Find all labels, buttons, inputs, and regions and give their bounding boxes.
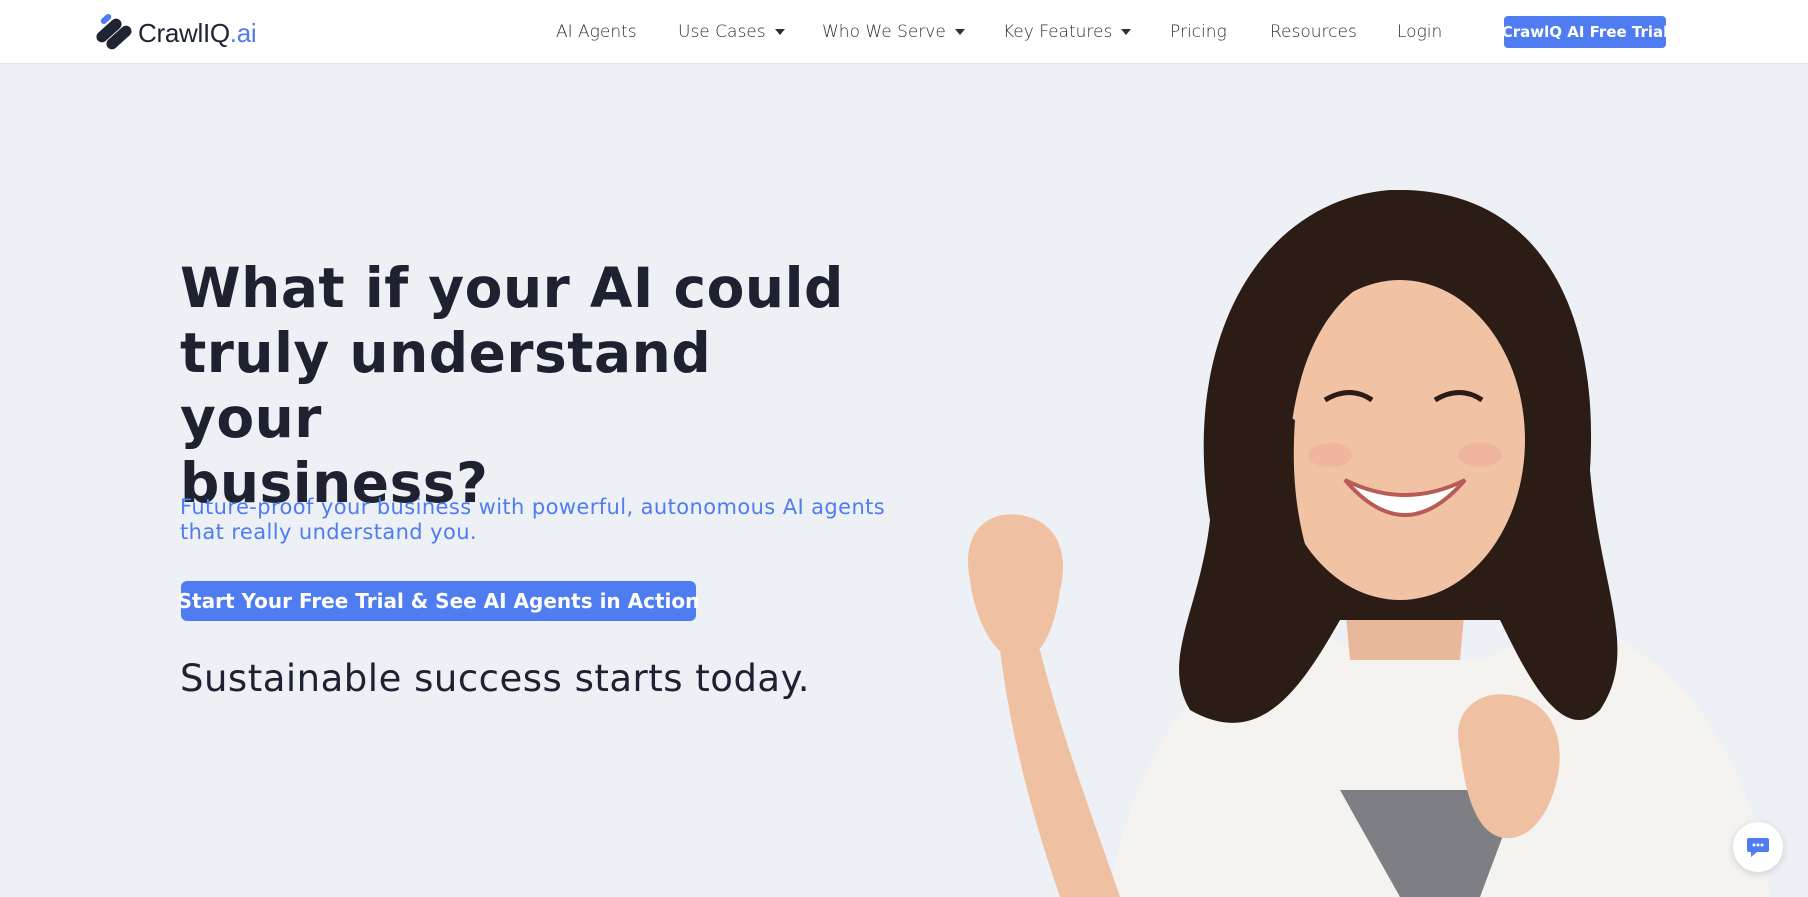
- chat-icon: [1747, 838, 1769, 857]
- hero-title-line: What if your AI could: [180, 256, 844, 320]
- nav-label: Key Features: [1003, 22, 1113, 42]
- site-logo[interactable]: CrawlIQ.ai: [92, 13, 257, 53]
- hero-title-line: truly understand your: [180, 321, 712, 450]
- nav-key-features[interactable]: Key Features: [1003, 20, 1132, 44]
- caret-down-icon: [954, 29, 965, 35]
- nav-ai-agents[interactable]: AI Agents: [556, 20, 637, 44]
- nav-label: Login: [1397, 22, 1443, 42]
- hero-title: What if your AI could truly understand y…: [180, 256, 860, 516]
- hero-subtitle-line: Future-proof your business with powerful…: [180, 495, 886, 519]
- chat-widget-button[interactable]: [1733, 822, 1783, 872]
- hero-subtitle-line: that really understand you.: [180, 520, 477, 544]
- hero-woman-image: [968, 190, 1770, 897]
- free-trial-button[interactable]: CrawlQ AI Free Trial: [1502, 16, 1668, 48]
- nav-login[interactable]: Login: [1397, 20, 1442, 44]
- nav-use-cases[interactable]: Use Cases: [678, 20, 785, 44]
- nav-label: Use Cases: [678, 22, 766, 42]
- nav-label: Who We Serve: [822, 22, 946, 42]
- start-free-trial-button[interactable]: Start Your Free Trial & See AI Agents in…: [178, 581, 699, 621]
- nav-label: Resources: [1270, 22, 1357, 42]
- nav-label: AI Agents: [556, 22, 637, 42]
- nav-resources[interactable]: Resources: [1270, 20, 1357, 44]
- logo-text: CrawlIQ.ai: [138, 17, 257, 48]
- nav-who-we-serve[interactable]: Who We Serve: [822, 20, 965, 44]
- hero-subtitle: Future-proof your business with powerful…: [180, 495, 940, 545]
- caret-down-icon: [774, 29, 785, 35]
- hero-tagline: Sustainable success starts today.: [180, 657, 810, 700]
- top-navigation-bar: CrawlIQ.ai AI Agents Use Cases Who We Se…: [0, 0, 1808, 64]
- logo-mark-icon: [96, 13, 132, 50]
- nav-pricing[interactable]: Pricing: [1170, 20, 1227, 44]
- nav-label: Pricing: [1170, 22, 1227, 42]
- caret-down-icon: [1121, 29, 1132, 35]
